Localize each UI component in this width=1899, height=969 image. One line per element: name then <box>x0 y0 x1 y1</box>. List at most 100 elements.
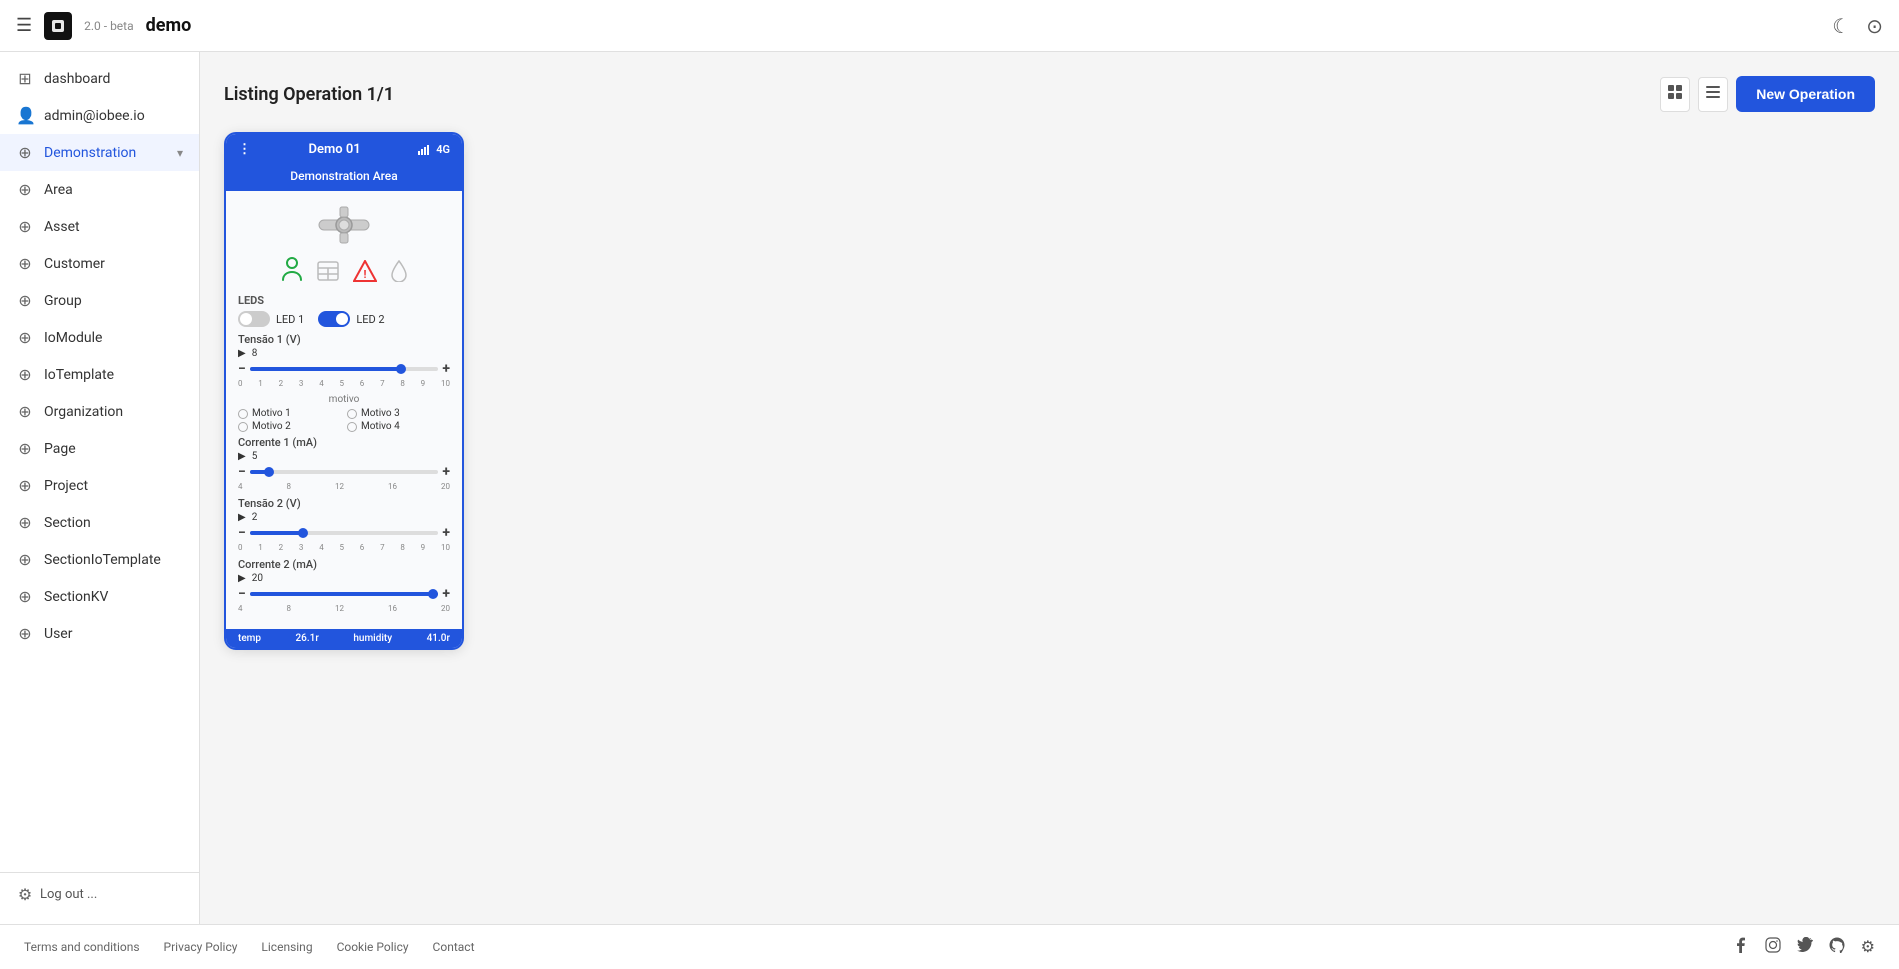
corrente1-plus[interactable]: + <box>442 464 450 480</box>
sidebar-item-settings[interactable]: ⚙ Log out ... <box>0 881 199 908</box>
sidebar-item-group[interactable]: ⊕ Group <box>0 282 199 319</box>
sidebar-label-iotemplate: IoTemplate <box>44 367 183 383</box>
new-operation-button[interactable]: New Operation <box>1736 76 1875 112</box>
footer-licensing[interactable]: Licensing <box>261 940 312 954</box>
tensao1-track[interactable] <box>250 367 439 371</box>
app-logo <box>44 12 72 40</box>
tensao2-plus[interactable]: + <box>442 525 450 541</box>
led1-toggle[interactable] <box>238 311 270 327</box>
sidebar-label-asset: Asset <box>44 219 183 235</box>
footer-privacy[interactable]: Privacy Policy <box>164 940 238 954</box>
demonstration-icon: ⊕ <box>16 143 34 162</box>
corrente1-thumb <box>264 467 274 477</box>
sidebar-item-page[interactable]: ⊕ Page <box>0 430 199 467</box>
list-view-button[interactable] <box>1698 77 1728 112</box>
motivo3-option[interactable]: Motivo 3 <box>347 408 450 419</box>
sidebar-item-organization[interactable]: ⊕ Organization <box>0 393 199 430</box>
app-name: demo <box>146 15 192 36</box>
dark-mode-icon[interactable]: ☾ <box>1832 14 1850 38</box>
motivo4-radio <box>347 422 357 432</box>
device-card-body: ! LEDS LED 1 <box>226 191 462 629</box>
corrente1-title: Corrente 1 (mA) <box>238 436 450 449</box>
motivo1-option[interactable]: Motivo 1 <box>238 408 341 419</box>
corrente2-plus[interactable]: + <box>442 586 450 602</box>
footer-contact[interactable]: Contact <box>433 940 475 954</box>
led1-label: LED 1 <box>276 313 304 326</box>
instagram-icon[interactable] <box>1765 937 1781 957</box>
sidebar-item-customer[interactable]: ⊕ Customer <box>0 245 199 282</box>
motivo2-option[interactable]: Motivo 2 <box>238 421 341 432</box>
corrente2-track[interactable] <box>250 592 439 596</box>
sidebar-label-admin: admin@iobee.io <box>44 108 183 124</box>
user-profile-icon[interactable]: ⊙ <box>1866 14 1883 38</box>
footer-social: ⚙ <box>1733 937 1875 957</box>
drop-icon <box>391 260 407 285</box>
sidebar-item-dashboard[interactable]: ⊞ dashboard <box>0 60 199 97</box>
tensao2-controls: − + <box>238 525 450 541</box>
motivo4-option[interactable]: Motivo 4 <box>347 421 450 432</box>
topbar-right: ☾ ⊙ <box>1832 14 1883 38</box>
content-area: Listing Operation 1/1 New Operation <box>200 52 1899 924</box>
corrente2-title: Corrente 2 (mA) <box>238 558 450 571</box>
footer-cookie[interactable]: Cookie Policy <box>337 940 409 954</box>
device-card-header: ⋮ Demo 01 4G <box>226 134 462 165</box>
card-icons-row: ! <box>238 256 450 288</box>
card-network: 4G <box>436 143 450 156</box>
grid-view-button[interactable] <box>1660 77 1690 112</box>
footer-terms[interactable]: Terms and conditions <box>24 940 140 954</box>
sidebar-item-sectioniotemplate[interactable]: ⊕ SectionIoTemplate <box>0 541 199 578</box>
user-icon: ⊕ <box>16 624 34 643</box>
person-icon <box>281 256 303 288</box>
motivo-section: motivo Motivo 1 Motivo 3 Motivo 2 <box>238 394 450 432</box>
sidebar-item-sectionkv[interactable]: ⊕ SectionKV <box>0 578 199 615</box>
sidebar-item-section[interactable]: ⊕ Section <box>0 504 199 541</box>
corrente2-section: Corrente 2 (mA) ▶ 20 − + 4812 <box>238 558 450 613</box>
twitter-icon[interactable] <box>1797 937 1813 957</box>
corrente1-track[interactable] <box>250 470 439 474</box>
sidebar-item-iomodule[interactable]: ⊕ IoModule <box>0 319 199 356</box>
facebook-icon[interactable] <box>1733 937 1749 957</box>
settings-icon[interactable]: ⚙ <box>1861 937 1875 957</box>
sidebar-item-area[interactable]: ⊕ Area <box>0 171 199 208</box>
gear-icon: ⚙ <box>16 885 34 904</box>
motivo1-radio <box>238 409 248 419</box>
card-humidity-label: humidity <box>353 633 392 644</box>
device-card-subheader: Demonstration Area <box>226 165 462 191</box>
corrente2-arrow: ▶ <box>238 573 246 584</box>
sidebar-item-admin[interactable]: 👤 admin@iobee.io <box>0 97 199 134</box>
sidebar-item-iotemplate[interactable]: ⊕ IoTemplate <box>0 356 199 393</box>
tensao1-plus[interactable]: + <box>442 361 450 377</box>
tensao2-track[interactable] <box>250 531 439 535</box>
sidebar-label-page: Page <box>44 441 183 457</box>
project-icon: ⊕ <box>16 476 34 495</box>
card-pipe-icon <box>238 205 450 248</box>
tensao1-minus[interactable]: − <box>238 361 246 377</box>
sidebar-item-user[interactable]: ⊕ User <box>0 615 199 652</box>
sidebar-item-asset[interactable]: ⊕ Asset <box>0 208 199 245</box>
tensao2-marks: 012345678910 <box>238 543 450 552</box>
sectioniotemplate-icon: ⊕ <box>16 550 34 569</box>
corrente1-minus[interactable]: − <box>238 464 246 480</box>
card-device-name: Demo 01 <box>309 142 361 157</box>
sidebar-item-project[interactable]: ⊕ Project <box>0 467 199 504</box>
sidebar-label-group: Group <box>44 293 183 309</box>
github-icon[interactable] <box>1829 937 1845 957</box>
sidebar-label-area: Area <box>44 182 183 198</box>
led2-toggle[interactable] <box>318 311 350 327</box>
motivo3-label: Motivo 3 <box>361 408 400 419</box>
sectionkv-icon: ⊕ <box>16 587 34 606</box>
section-icon: ⊕ <box>16 513 34 532</box>
card-menu-dots[interactable]: ⋮ <box>238 142 251 157</box>
sidebar-label-dashboard: dashboard <box>44 71 183 87</box>
tensao1-arrow: ▶ <box>238 348 246 359</box>
page-title: Listing Operation 1/1 <box>224 84 1660 105</box>
corrente2-fill <box>250 592 439 596</box>
tensao2-minus[interactable]: − <box>238 525 246 541</box>
corrente2-minus[interactable]: − <box>238 586 246 602</box>
footer: Terms and conditions Privacy Policy Lice… <box>0 924 1899 969</box>
sidebar-item-demonstration[interactable]: ⊕ Demonstration ▾ <box>0 134 199 171</box>
menu-icon[interactable]: ☰ <box>16 15 32 36</box>
tensao1-value: 8 <box>252 348 258 359</box>
sidebar: ⊞ dashboard 👤 admin@iobee.io ⊕ Demonstra… <box>0 52 200 924</box>
chevron-down-icon: ▾ <box>177 146 183 160</box>
